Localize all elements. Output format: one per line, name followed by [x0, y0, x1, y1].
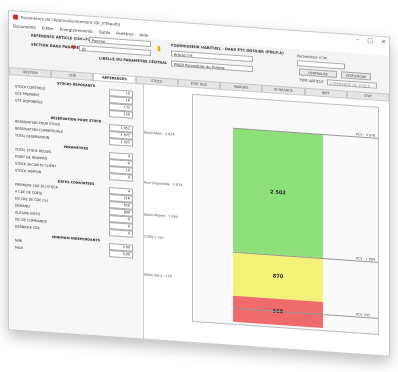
side-label: Stock Maxi : 2 874	[144, 130, 175, 137]
value-field[interactable]: 2 923	[109, 138, 133, 147]
left-panel: STOCKS REPOSANTS STOCK CONTROLÉ 10 QTE PR…	[9, 75, 144, 339]
folder-icon[interactable]: ▮	[157, 44, 161, 52]
section-parametres: PARAMETRES TOTAL STOCK REQUIS 9 POINT DE …	[9, 141, 143, 182]
band-yellow: 870	[233, 251, 323, 303]
side-label: Pour Disponible : 2 874	[144, 180, 183, 188]
stock-chart: 2 502 870 568	[192, 93, 379, 335]
close-icon[interactable]: ×	[381, 38, 386, 45]
value-field[interactable]: 0	[109, 229, 133, 238]
statistique-button[interactable]: STATISTIQUE	[341, 71, 371, 81]
menu-documents[interactable]: Documents	[13, 23, 36, 30]
ref-label: REFERENCE ARTICLE (Ctrl+F)	[31, 33, 90, 42]
band-value: 870	[272, 273, 284, 281]
type-label: TYPE ARTICLE	[299, 78, 324, 85]
stock-chart-pane: 2 502 870 568 Stock Maxi : 2 874 Pour Di…	[144, 84, 389, 356]
centralise-button[interactable]: CENTRALISE	[299, 68, 337, 79]
section-stocks: STOCKS REPOSANTS STOCK CONTROLÉ 10 QTE PR…	[9, 78, 143, 119]
libelle-input[interactable]: PNGR Paramètres du Pomme	[171, 60, 253, 73]
right-label: PCV 343	[356, 312, 370, 318]
side-label: Stock Sécu : 574	[144, 272, 172, 279]
app-icon	[13, 13, 18, 20]
side-label: COOV 1 (%)	[144, 234, 164, 240]
param-label: Paramètres n°/m	[297, 54, 328, 61]
window-controls: – □ ×	[356, 36, 386, 45]
menu-editer[interactable]: Editer	[42, 25, 54, 31]
side-label: Stock Moyen : 1 634	[144, 212, 178, 219]
band-value: 2 502	[270, 189, 286, 197]
maximize-icon[interactable]: □	[367, 37, 373, 44]
app-window: Paramètres de l'Approvisionnement (Dr_In…	[8, 10, 390, 357]
menu-aide[interactable]: Aide	[139, 32, 148, 38]
value-field[interactable]: 0,00	[109, 250, 133, 259]
menu-outils[interactable]: Outils	[99, 29, 111, 35]
minimize-icon[interactable]: –	[356, 36, 359, 43]
libelle-label: LIBELLE DU PARAMETRE CENTRAL	[99, 56, 168, 66]
heart-icon: ♥	[71, 44, 77, 52]
type-select[interactable]: COMMANDE DE STOCK	[327, 79, 377, 89]
menu-fenetres[interactable]: Fenêtres	[116, 30, 133, 36]
section-input[interactable]: ID	[79, 44, 151, 56]
band-green: 2 502	[233, 127, 323, 259]
value-field[interactable]: 9	[109, 173, 133, 182]
section-dates: DATES CONSTATEES PREMIERE CDE DU STOCK 4 …	[9, 176, 143, 238]
value-field[interactable]: 120	[109, 110, 133, 119]
